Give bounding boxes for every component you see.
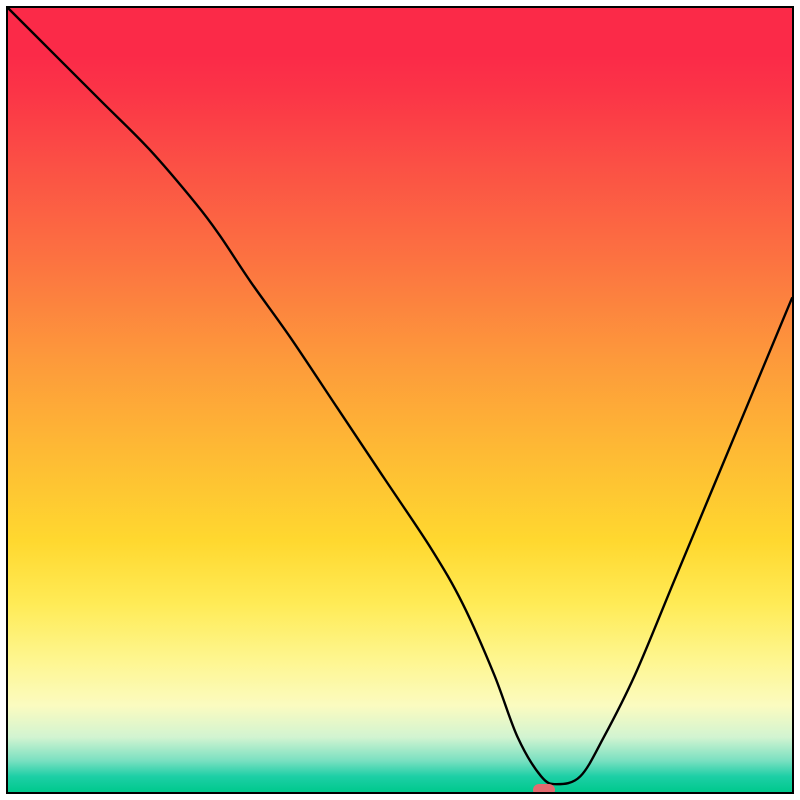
plot-area: [6, 6, 794, 794]
bottleneck-curve-line: [8, 8, 792, 784]
bottleneck-chart: TheBottleneck.com: [0, 0, 800, 800]
curve-layer: [8, 8, 792, 792]
optimum-marker: [533, 784, 555, 794]
